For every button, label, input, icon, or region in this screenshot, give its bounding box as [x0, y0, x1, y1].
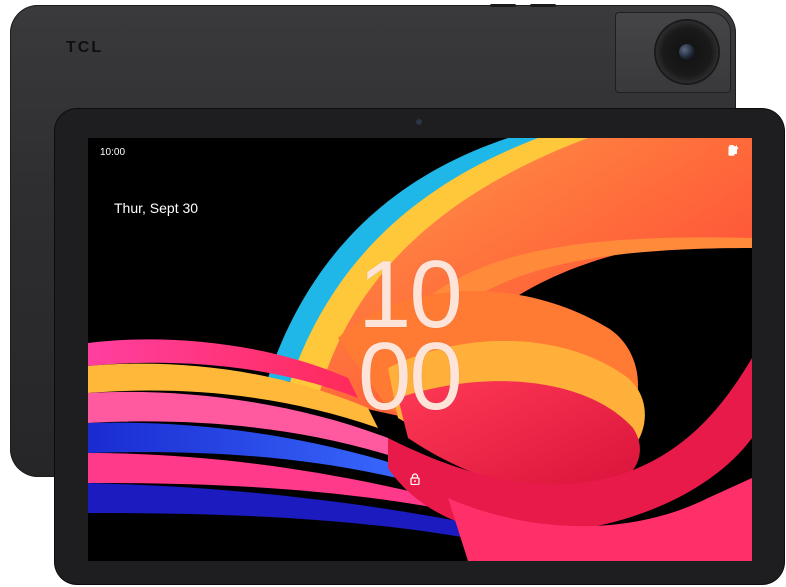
rear-camera-icon — [656, 21, 718, 83]
power-button — [530, 4, 556, 7]
camera-module — [615, 12, 731, 93]
lockscreen-date: Thur, Sept 30 — [114, 200, 199, 216]
tablet-front: 10:00 Thur, Sept 30 10 00 — [55, 109, 784, 584]
brand-logo: TCL — [66, 39, 104, 56]
status-bar-time: 10:00 — [100, 147, 126, 158]
lock-screen[interactable]: 10:00 Thur, Sept 30 10 00 — [88, 138, 752, 561]
camera-marking — [624, 23, 634, 83]
clock-minutes: 00 — [358, 323, 463, 430]
volume-button — [490, 4, 516, 7]
front-camera-icon — [416, 119, 422, 125]
lockscreen-clock: 10 00 — [358, 247, 488, 430]
